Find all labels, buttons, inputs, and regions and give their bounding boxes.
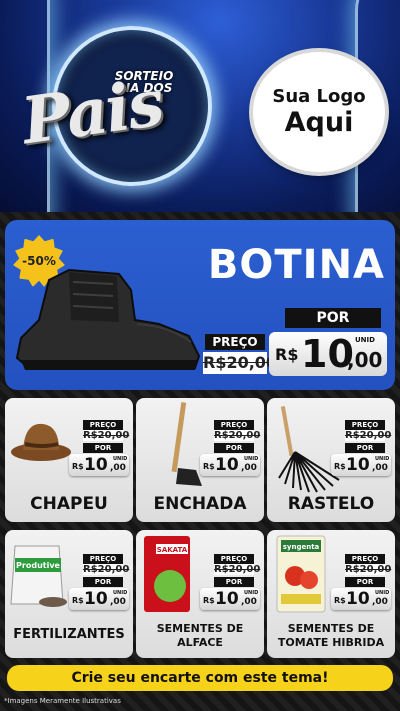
svg-text:Produtive: Produtive — [16, 561, 61, 570]
price-decimal: ,00 — [347, 348, 383, 372]
currency: R$ — [72, 596, 84, 605]
badge-title: Pais — [17, 65, 167, 160]
featured-product[interactable]: -50% BOTINA PREÇO R$20,00 POR R$ 10 ,00 … — [5, 220, 395, 390]
unit-label: UNID — [244, 456, 259, 462]
logo-line-2: Aqui — [284, 107, 354, 138]
product-name: ENCHADA — [153, 494, 247, 514]
unit-label: UNID — [244, 590, 259, 596]
preco-label: PREÇO — [214, 420, 254, 430]
preco-label: PREÇO — [83, 420, 123, 430]
por-label: POR — [285, 308, 381, 328]
product-card[interactable]: Produtive PREÇO R$20,00 POR R$ 10,00 UNID FERTI… — [5, 530, 133, 658]
price-integer: 10 — [346, 589, 370, 609]
price-decimal: ,00 — [372, 597, 388, 607]
currency: R$ — [72, 462, 84, 471]
lettuce-seed-pack-icon: SAKATA — [138, 532, 198, 618]
unit-label: UNID — [355, 336, 375, 344]
product-card[interactable]: PREÇO R$20,00 POR R$ 10,00 UNID CHAPEU — [5, 398, 133, 522]
disclaimer: *Imagens Meramente Ilustrativas — [4, 697, 121, 705]
product-name: RASTELO — [287, 494, 375, 514]
unit-label: UNID — [113, 456, 128, 462]
svg-text:SAKATA: SAKATA — [157, 546, 188, 554]
price-decimal: ,00 — [372, 463, 388, 473]
price-decimal: ,00 — [110, 597, 126, 607]
preco-label: PREÇO — [214, 554, 254, 564]
new-price: R$ 10,00 UNID — [331, 454, 391, 476]
preco-label: PREÇO — [345, 554, 385, 564]
product-card[interactable]: SAKATA PREÇO R$20,00 POR R$ 10,00 UNID SEMENTES… — [136, 530, 264, 658]
new-price: R$ 10,00 UNID — [331, 588, 391, 610]
fertilizer-bag-icon: Produtive — [9, 540, 69, 614]
currency: R$ — [275, 345, 299, 364]
unit-label: UNID — [375, 456, 390, 462]
product-card[interactable]: syngenta PREÇO R$20,00 POR R$ 10,00 UNID SEMENT… — [267, 530, 395, 658]
currency: R$ — [334, 596, 346, 605]
price-decimal: ,00 — [241, 597, 257, 607]
currency: R$ — [203, 596, 215, 605]
cta-banner[interactable]: Crie seu encarte com este tema! — [7, 665, 393, 691]
logo-line-1: Sua Logo — [272, 86, 366, 107]
product-price-block: PREÇO R$20,00 POR R$ 10,00 UNID — [200, 554, 260, 610]
currency: R$ — [203, 462, 215, 471]
product-name: SEMENTES DE ALFACE — [156, 622, 244, 649]
old-price: R$20,00 — [203, 352, 278, 374]
svg-text:syngenta: syngenta — [283, 543, 320, 551]
featured-price-block: PREÇO R$20,00 POR R$ 10 ,00 UNID — [199, 306, 391, 386]
old-price: R$20,00 — [214, 564, 261, 575]
product-name: CHAPEU — [30, 494, 108, 514]
price-decimal: ,00 — [110, 463, 126, 473]
product-price-block: PREÇO R$20,00 POR R$ 10,00 UNID — [69, 554, 129, 610]
new-price: R$ 10 ,00 UNID — [269, 332, 387, 376]
old-price: R$20,00 — [345, 564, 392, 575]
flyer-page: SORTEIO DIA DOS Pais Sua Logo Aqui -50% … — [0, 0, 400, 711]
product-card[interactable]: PREÇO R$20,00 POR R$ 10,00 UNID ENCHADA — [136, 398, 264, 522]
product-name: SEMENTES DE TOMATE HIBRIDA — [277, 622, 385, 649]
por-label: POR — [83, 443, 123, 453]
product-price-block: PREÇO R$20,00 POR R$ 10,00 UNID — [331, 554, 391, 610]
old-price: R$20,00 — [345, 430, 392, 441]
price-integer: 10 — [84, 455, 108, 475]
logo-placeholder[interactable]: Sua Logo Aqui — [253, 52, 385, 172]
currency: R$ — [334, 462, 346, 471]
boot-image — [15, 268, 201, 370]
new-price: R$ 10,00 UNID — [69, 454, 129, 476]
preco-label: PREÇO — [345, 420, 385, 430]
por-label: POR — [214, 577, 254, 587]
por-label: POR — [83, 577, 123, 587]
price-integer: 10 — [215, 589, 239, 609]
price-integer: 10 — [346, 455, 370, 475]
product-name: FERTILIZANTES — [13, 627, 125, 642]
old-price: R$20,00 — [83, 430, 130, 441]
featured-product-title: BOTINA — [207, 242, 385, 288]
product-card[interactable]: PREÇO R$20,00 POR R$ 10,00 UNID RASTELO — [267, 398, 395, 522]
tomato-seed-pack-icon: syngenta — [271, 532, 331, 618]
unit-label: UNID — [113, 590, 128, 596]
product-price-block: PREÇO R$20,00 POR R$ 10,00 UNID — [200, 420, 260, 476]
por-label: POR — [345, 443, 385, 453]
preco-label: PREÇO — [205, 334, 265, 350]
price-integer: 10 — [301, 332, 354, 376]
price-integer: 10 — [215, 455, 239, 475]
header-banner: SORTEIO DIA DOS Pais Sua Logo Aqui — [0, 0, 400, 212]
product-price-block: PREÇO R$20,00 POR R$ 10,00 UNID — [331, 420, 391, 476]
por-label: POR — [345, 577, 385, 587]
price-decimal: ,00 — [241, 463, 257, 473]
new-price: R$ 10,00 UNID — [200, 454, 260, 476]
por-label: POR — [214, 443, 254, 453]
old-price: R$20,00 — [83, 564, 130, 575]
old-price: R$20,00 — [214, 430, 261, 441]
preco-label: PREÇO — [83, 554, 123, 564]
new-price: R$ 10,00 UNID — [69, 588, 129, 610]
product-price-block: PREÇO R$20,00 POR R$ 10,00 UNID — [69, 420, 129, 476]
unit-label: UNID — [375, 590, 390, 596]
new-price: R$ 10,00 UNID — [200, 588, 260, 610]
price-integer: 10 — [84, 589, 108, 609]
